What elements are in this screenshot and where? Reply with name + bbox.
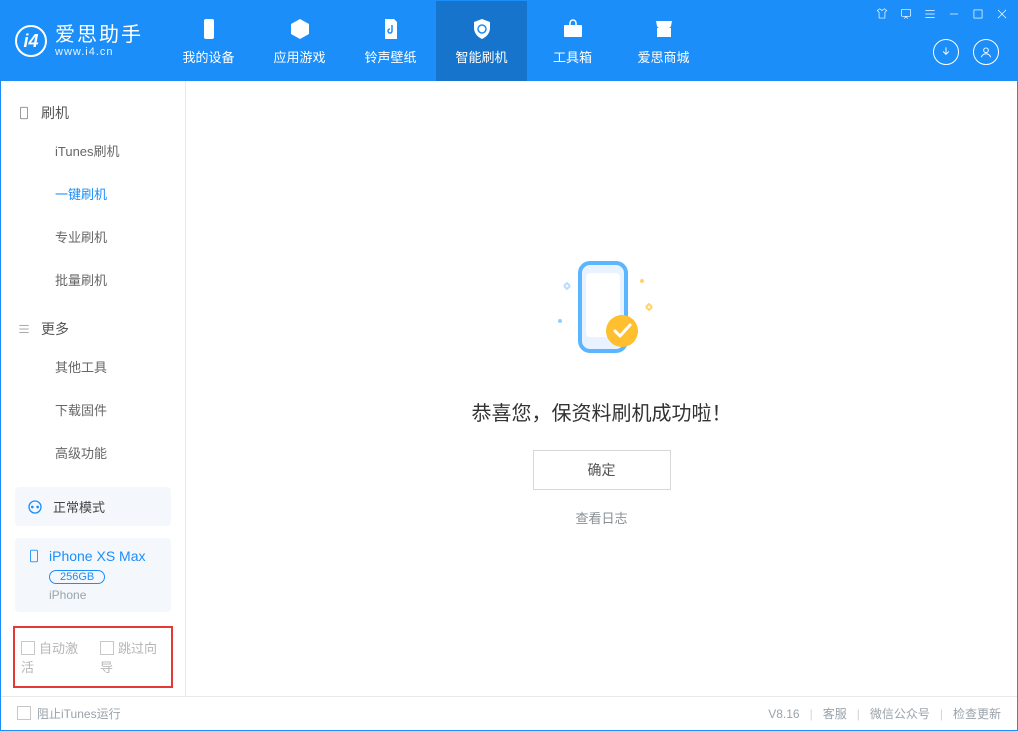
sidebar-item-other-tools[interactable]: 其他工具 — [1, 345, 185, 388]
music-file-icon — [379, 17, 403, 41]
skip-guide-checkbox[interactable]: 跳过向导 — [100, 638, 165, 676]
sidebar-item-itunes-flash[interactable]: iTunes刷机 — [1, 129, 185, 172]
view-log-link[interactable]: 查看日志 — [575, 508, 627, 527]
sidebar-item-pro-flash[interactable]: 专业刷机 — [1, 215, 185, 258]
sidebar-item-batch-flash[interactable]: 批量刷机 — [1, 258, 185, 301]
nav-store[interactable]: 爱思商城 — [618, 1, 709, 81]
mode-icon — [27, 499, 43, 515]
nav-ringtones-wallpapers[interactable]: 铃声壁纸 — [345, 1, 436, 81]
success-illustration — [542, 251, 662, 371]
flash-options-highlight: 自动激活 跳过向导 — [13, 626, 173, 688]
version-label: V8.16 — [768, 707, 799, 721]
app-name: 爱思助手 — [55, 24, 143, 46]
main-content: 恭喜您，保资料刷机成功啦！ 确定 查看日志 — [186, 81, 1017, 696]
feedback-icon[interactable] — [899, 7, 913, 21]
download-button[interactable] — [933, 39, 959, 65]
sidebar: 刷机 iTunes刷机 一键刷机 专业刷机 批量刷机 更多 其他工具 下载固件 … — [1, 81, 186, 696]
device-icon — [197, 17, 221, 41]
support-link[interactable]: 客服 — [823, 705, 847, 722]
sidebar-group-more: 更多 — [1, 313, 185, 345]
nav-apps-games[interactable]: 应用游戏 — [254, 1, 345, 81]
nav-my-device[interactable]: 我的设备 — [163, 1, 254, 81]
app-header: i4 爱思助手 www.i4.cn 我的设备 应用游戏 铃声壁纸 智能刷机 — [1, 1, 1017, 81]
menu-icon[interactable] — [923, 7, 937, 21]
app-logo: i4 爱思助手 www.i4.cn — [15, 1, 143, 81]
success-message: 恭喜您，保资料刷机成功啦！ — [472, 397, 732, 426]
device-type: iPhone — [49, 588, 159, 602]
shield-sync-icon — [470, 17, 494, 41]
phone-outline-icon — [27, 549, 41, 563]
sidebar-item-onekey-flash[interactable]: 一键刷机 — [1, 172, 185, 215]
phone-icon — [17, 106, 31, 120]
account-button[interactable] — [973, 39, 999, 65]
list-icon — [17, 322, 31, 336]
sidebar-item-firmware[interactable]: 下载固件 — [1, 388, 185, 431]
device-card[interactable]: iPhone XS Max 256GB iPhone — [15, 538, 171, 612]
sidebar-group-flash: 刷机 — [1, 97, 185, 129]
download-icon — [939, 45, 953, 59]
logo-icon: i4 — [15, 25, 47, 57]
nav-toolbox[interactable]: 工具箱 — [527, 1, 618, 81]
maximize-icon[interactable] — [971, 7, 985, 21]
wechat-link[interactable]: 微信公众号 — [870, 705, 930, 722]
block-itunes-checkbox[interactable]: 阻止iTunes运行 — [17, 705, 121, 722]
device-mode-card[interactable]: 正常模式 — [15, 487, 171, 526]
user-icon — [979, 45, 993, 59]
tshirt-icon[interactable] — [875, 7, 889, 21]
ok-button[interactable]: 确定 — [533, 450, 671, 490]
app-url: www.i4.cn — [55, 46, 143, 58]
sidebar-item-advanced[interactable]: 高级功能 — [1, 431, 185, 474]
nav-smart-flash[interactable]: 智能刷机 — [436, 1, 527, 81]
device-name: iPhone XS Max — [49, 548, 146, 564]
close-icon[interactable] — [995, 7, 1009, 21]
check-update-link[interactable]: 检查更新 — [953, 705, 1001, 722]
minimize-icon[interactable] — [947, 7, 961, 21]
status-bar: 阻止iTunes运行 V8.16 | 客服 | 微信公众号 | 检查更新 — [1, 696, 1017, 730]
cube-icon — [288, 17, 312, 41]
main-nav: 我的设备 应用游戏 铃声壁纸 智能刷机 工具箱 爱思商城 — [163, 1, 709, 81]
store-icon — [652, 17, 676, 41]
auto-activate-checkbox[interactable]: 自动激活 — [21, 638, 86, 676]
device-capacity: 256GB — [49, 570, 105, 584]
toolbox-icon — [561, 17, 585, 41]
